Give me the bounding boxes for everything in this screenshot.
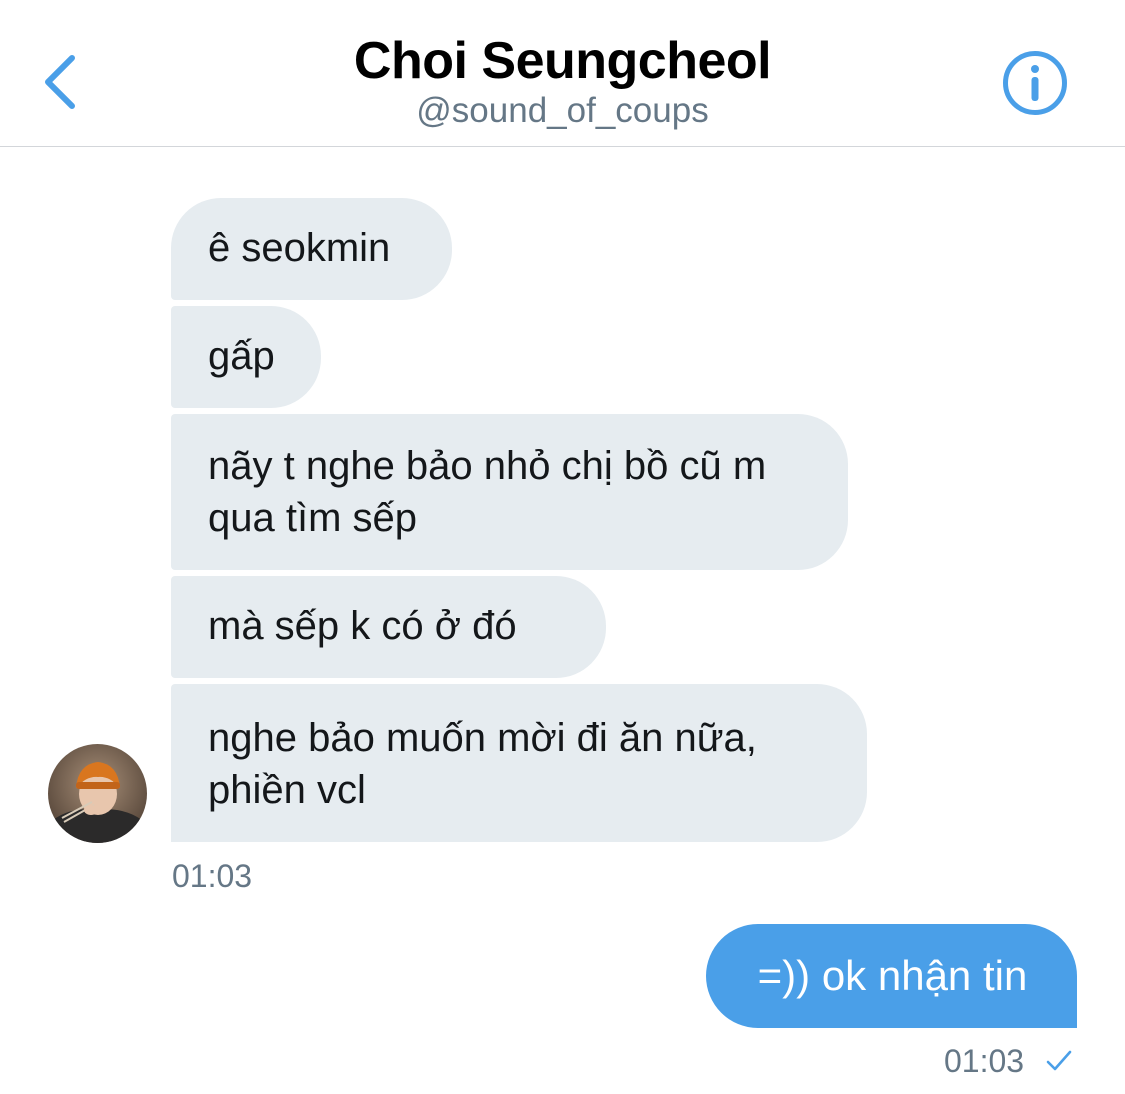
incoming-message[interactable]: nghe bảo muốn mời đi ăn nữa, phiền vcl <box>171 684 867 842</box>
incoming-message[interactable]: mà sếp k có ở đó <box>171 576 606 678</box>
sender-avatar[interactable] <box>48 744 147 843</box>
outgoing-message[interactable]: =)) ok nhận tin <box>706 924 1077 1028</box>
checkmark-icon <box>1046 1050 1072 1071</box>
conversation-handle[interactable]: @sound_of_coups <box>0 90 1125 132</box>
info-icon <box>1003 51 1067 115</box>
incoming-timestamp: 01:03 <box>172 858 253 894</box>
avatar-image <box>48 744 147 843</box>
info-button[interactable] <box>996 44 1074 122</box>
conversation-title[interactable]: Choi Seungcheol <box>0 32 1125 90</box>
conversation-header: Choi Seungcheol @sound_of_coups <box>0 0 1125 147</box>
incoming-message[interactable]: ê seokmin <box>171 198 452 300</box>
incoming-message[interactable]: gấp <box>171 306 321 408</box>
incoming-message[interactable]: nãy t nghe bảo nhỏ chị bồ cũ m qua tìm s… <box>171 414 848 570</box>
outgoing-timestamp: 01:03 <box>944 1043 1025 1079</box>
